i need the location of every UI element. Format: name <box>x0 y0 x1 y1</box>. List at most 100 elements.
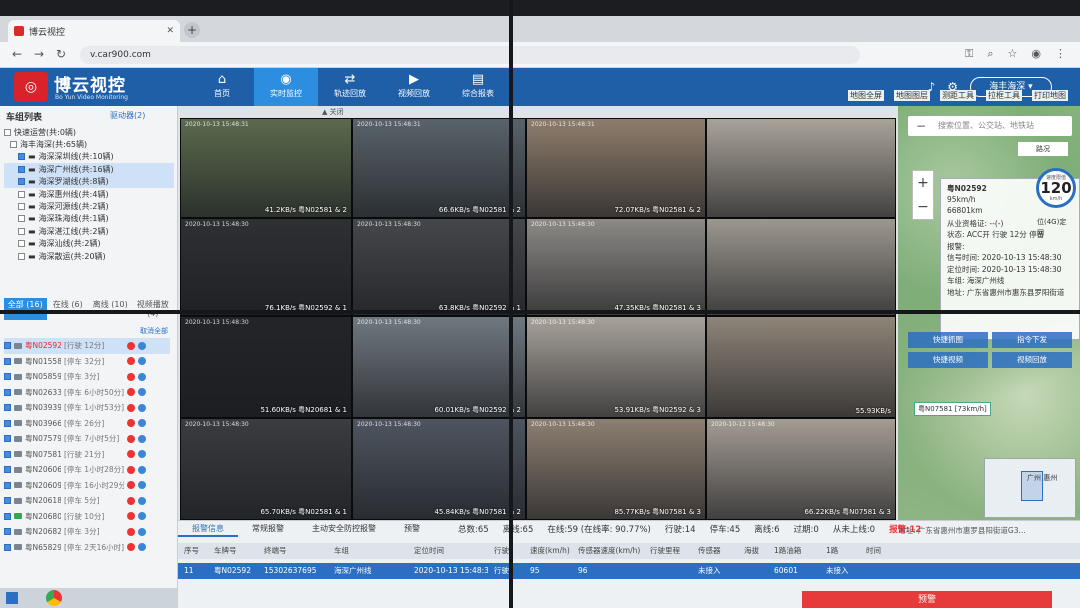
tab-regular-alarm[interactable]: 常规报警 <box>238 521 298 537</box>
video-cell[interactable]: 2020-10-13 15:48:30 66.22KB/s 粤N07581 & 3 <box>706 418 896 520</box>
list-item[interactable]: 粤N02633 [停车 6小时50分] <box>4 385 170 401</box>
record-icon[interactable] <box>127 543 135 552</box>
locate-icon[interactable] <box>138 450 146 459</box>
browser-tab[interactable]: 博云视控 ✕ <box>8 20 180 42</box>
tab-warning[interactable]: 预警 <box>390 521 434 537</box>
locate-icon[interactable] <box>138 357 146 366</box>
list-item[interactable]: 粤N01558 [停车 32分] <box>4 354 170 370</box>
checkbox[interactable] <box>18 203 25 211</box>
nav-track-playback[interactable]: ⇄ 轨迹回放 <box>318 68 382 106</box>
record-icon[interactable] <box>127 481 135 490</box>
locate-icon[interactable] <box>138 465 146 474</box>
tree-item[interactable]: ▬ 海深深圳线(共:10辆) <box>4 151 174 163</box>
tab-online[interactable]: 在线 (6) <box>47 298 90 320</box>
video-cell[interactable]: 2020-10-13 15:48:30 60.01KB/s 粤N02592 & 2 <box>352 316 526 418</box>
video-cell[interactable]: 2020-10-13 15:48:30 63.8KB/s 粤N02592 & 1 <box>352 218 526 316</box>
video-cell[interactable] <box>706 118 896 218</box>
profile-icon[interactable]: ◉ <box>1031 47 1041 61</box>
menu-icon[interactable]: ⋮ <box>1055 47 1066 61</box>
map-layers-button[interactable]: 地图图层 <box>894 90 930 101</box>
tab-alarm-info[interactable]: 报警信息 <box>178 521 238 537</box>
nav-reports[interactable]: ▤ 综合报表 <box>446 68 510 106</box>
record-icon[interactable] <box>127 357 135 366</box>
record-icon[interactable] <box>127 419 135 428</box>
video-cell[interactable]: 2020-10-13 15:48:31 72.07KB/s 粤N02581 & 2 <box>526 118 706 218</box>
locate-icon[interactable] <box>138 496 146 505</box>
checkbox[interactable] <box>4 373 11 381</box>
list-item[interactable]: 粤N20680 [行驶 10分] <box>4 509 170 525</box>
tab-active-safety[interactable]: 主动安全防控报警 <box>298 521 390 537</box>
panel-link[interactable]: 驱动器(2) <box>110 110 145 121</box>
url-input[interactable]: v.car900.com <box>80 46 860 64</box>
record-icon[interactable] <box>127 465 135 474</box>
video-cell[interactable]: 2020-10-13 15:48:30 76.1KB/s 粤N02592 & 1 <box>180 218 352 316</box>
zoom-in-icon[interactable]: + <box>913 171 933 195</box>
tab-offline[interactable]: 离线 (10) <box>89 298 132 320</box>
list-item[interactable]: 粤N05859 [停车 3分] <box>4 369 170 385</box>
checkbox[interactable] <box>4 419 11 427</box>
windows-start-icon[interactable] <box>6 592 18 604</box>
video-cell[interactable]: 2020-10-13 15:48:30 65.70KB/s 粤N02581 & 1 <box>180 418 352 520</box>
tree-item[interactable]: 快速运营(共:0辆) <box>4 126 174 138</box>
checkbox[interactable] <box>4 466 11 474</box>
locate-icon[interactable] <box>138 372 146 381</box>
record-icon[interactable] <box>127 527 135 536</box>
checkbox[interactable] <box>4 388 11 396</box>
nav-live-monitor[interactable]: ◉ 实时监控 <box>254 68 318 106</box>
checkbox[interactable] <box>4 435 11 443</box>
checkbox[interactable] <box>4 342 11 350</box>
checkbox[interactable] <box>4 450 11 458</box>
send-command-button[interactable]: 指令下发 <box>992 332 1072 348</box>
zoom-out-icon[interactable]: − <box>913 195 933 219</box>
locate-icon[interactable] <box>138 481 146 490</box>
list-item[interactable]: 粤N20618 [停车 5分] <box>4 493 170 509</box>
checkbox[interactable] <box>18 240 25 248</box>
forward-icon[interactable]: → <box>34 47 44 61</box>
locate-icon[interactable] <box>138 388 146 397</box>
nav-home[interactable]: ⌂ 首页 <box>190 68 254 106</box>
list-item[interactable]: 粤N07581 [行驶 21分] <box>4 447 170 463</box>
locate-icon[interactable] <box>138 512 146 521</box>
checkbox[interactable] <box>18 153 25 161</box>
tree-item[interactable]: ▬ 海深惠州线(共:4辆) <box>4 188 174 200</box>
list-item[interactable]: 粤N03939 [停车 1小时53分] <box>4 400 170 416</box>
tree-item[interactable]: ▬ 海深珠海线(共:1辆) <box>4 213 174 225</box>
record-icon[interactable] <box>127 434 135 443</box>
list-item[interactable]: 粤N02592 [行驶 12分] <box>4 338 170 354</box>
video-cell[interactable]: 2020-10-13 15:48:31 41.2KB/s 粤N02581 & 2 <box>180 118 352 218</box>
map-fullscreen-button[interactable]: 地图全屏 <box>848 90 884 101</box>
locate-icon[interactable] <box>138 434 146 443</box>
tree-item[interactable]: ▬ 海深河源线(共:2辆) <box>4 200 174 212</box>
record-icon[interactable] <box>127 388 135 397</box>
checkbox[interactable] <box>18 215 25 223</box>
video-cell[interactable]: 55.93KB/s <box>706 316 896 418</box>
key-icon[interactable]: ⚿ <box>965 47 973 61</box>
tree-item[interactable]: ▬ 海深罗湖线(共:8辆) <box>4 175 174 188</box>
locate-icon[interactable] <box>138 403 146 412</box>
list-item[interactable]: 粤N03966 [停车 26分] <box>4 416 170 432</box>
record-icon[interactable] <box>127 403 135 412</box>
list-item[interactable]: 粤N65829 [停车 2天16小时] <box>4 540 170 556</box>
video-cell[interactable]: 2020-10-13 15:48:30 51.60KB/s 粤N20681 & 1 <box>180 316 352 418</box>
checkbox[interactable] <box>18 190 25 198</box>
new-tab-icon[interactable]: + <box>184 22 200 38</box>
checkbox[interactable] <box>4 357 11 365</box>
zoom-icon[interactable]: ⌕ <box>987 47 993 61</box>
checkbox[interactable] <box>4 528 11 536</box>
checkbox[interactable] <box>4 404 11 412</box>
tree-item[interactable]: ▬ 海深汕线(共:2辆) <box>4 238 174 250</box>
nav-video-playback[interactable]: ▶ 视频回放 <box>382 68 446 106</box>
video-cell[interactable]: 2020-10-13 15:48:30 85.77KB/s 粤N07581 & 3 <box>526 418 706 520</box>
tab-video[interactable]: 视频播放 (4) <box>132 298 175 320</box>
checkbox[interactable] <box>10 141 17 149</box>
checkbox[interactable] <box>4 497 11 505</box>
table-row[interactable]: 11 粤N02592 15302637695 海深广州线 2020-10-13 15:4… <box>178 563 1080 579</box>
video-cell[interactable]: 2020-10-13 15:48:30 47.35KB/s 粤N02581 & 3 <box>526 218 706 316</box>
video-header[interactable]: ▲ 关闭 <box>182 106 512 118</box>
warning-button[interactable]: 预警 <box>802 591 1052 608</box>
reload-icon[interactable]: ↻ <box>56 47 66 61</box>
record-icon[interactable] <box>127 496 135 505</box>
locate-icon[interactable] <box>138 543 146 552</box>
back-icon[interactable]: ← <box>12 47 22 61</box>
video-cell[interactable]: 2020-10-13 15:48:31 66.6KB/s 粤N02581 & 2 <box>352 118 526 218</box>
